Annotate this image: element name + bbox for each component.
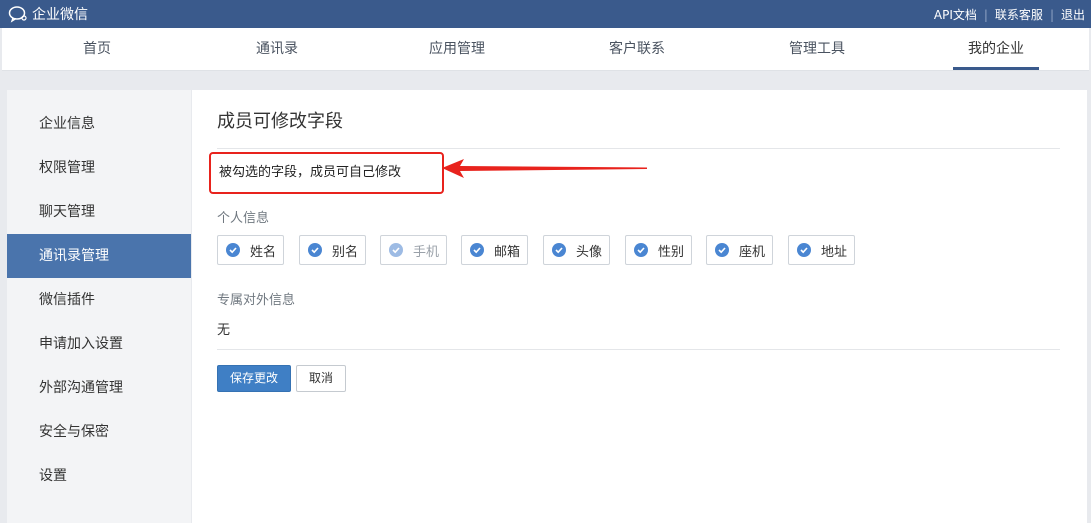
red-arrow-icon (442, 159, 647, 178)
top-bar: 企业微信 API文档 | 联系客服 | 退出 (0, 0, 1091, 28)
field-checkbox-gender[interactable]: 性别 (625, 235, 692, 265)
sidebar-item-contacts-management[interactable]: 通讯录管理 (7, 234, 191, 278)
hint-text: 被勾选的字段，成员可自己修改 (209, 152, 444, 194)
sidebar: 企业信息 权限管理 聊天管理 通讯录管理 微信插件 申请加入设置 外部沟通管理 … (7, 90, 191, 523)
sidebar-item-chat[interactable]: 聊天管理 (7, 190, 191, 234)
field-label: 姓名 (250, 244, 277, 260)
sidebar-item-company-info[interactable]: 企业信息 (7, 102, 191, 146)
logout-link[interactable]: 退出 (1061, 6, 1085, 23)
brand-name: 企业微信 (32, 7, 88, 23)
tab-home[interactable]: 首页 (57, 28, 137, 71)
field-label: 邮箱 (494, 244, 521, 260)
personal-info-label: 个人信息 (217, 211, 270, 226)
sidebar-item-settings[interactable]: 设置 (7, 454, 191, 498)
field-label: 地址 (821, 244, 848, 260)
divider: | (1049, 7, 1054, 22)
api-docs-link[interactable]: API文档 (934, 6, 977, 23)
tab-my-company[interactable]: 我的企业 (953, 28, 1039, 71)
check-circle-icon (715, 243, 729, 257)
tab-tools[interactable]: 管理工具 (777, 28, 857, 71)
sidebar-item-wechat-plugin[interactable]: 微信插件 (7, 278, 191, 322)
field-label: 别名 (332, 244, 359, 260)
main-nav: 首页 通讯录 应用管理 客户联系 管理工具 我的企业 (2, 28, 1089, 71)
check-circle-icon (389, 243, 403, 257)
divider: | (983, 7, 988, 22)
check-circle-icon (552, 243, 566, 257)
main-content: 成员可修改字段 被勾选的字段，成员可自己修改 个人信息 姓名 别名 手机 邮箱 … (192, 90, 1087, 523)
tab-customers[interactable]: 客户联系 (597, 28, 677, 71)
check-circle-icon (797, 243, 811, 257)
divider (217, 349, 1060, 350)
check-circle-icon (470, 243, 484, 257)
brand[interactable]: 企业微信 (8, 4, 88, 24)
tab-apps[interactable]: 应用管理 (417, 28, 497, 71)
field-checkbox-address[interactable]: 地址 (788, 235, 855, 265)
external-info-label: 专属对外信息 (217, 293, 296, 308)
field-label: 头像 (576, 244, 603, 260)
tab-contacts[interactable]: 通讯录 (237, 28, 317, 71)
field-checkbox-alias[interactable]: 别名 (299, 235, 366, 265)
page-title: 成员可修改字段 (217, 111, 343, 132)
check-circle-icon (226, 243, 240, 257)
chat-bubble-icon (8, 6, 27, 23)
external-info-value: 无 (217, 323, 231, 338)
sidebar-item-external-communication[interactable]: 外部沟通管理 (7, 366, 191, 410)
divider (217, 148, 1060, 149)
sidebar-item-security[interactable]: 安全与保密 (7, 410, 191, 454)
check-circle-icon (308, 243, 322, 257)
field-label: 座机 (739, 244, 766, 260)
sidebar-item-permissions[interactable]: 权限管理 (7, 146, 191, 190)
top-links: API文档 | 联系客服 | 退出 (934, 6, 1085, 23)
field-label: 性别 (658, 244, 685, 260)
save-button[interactable]: 保存更改 (217, 365, 291, 392)
cancel-button[interactable]: 取消 (296, 365, 346, 392)
field-checkbox-name[interactable]: 姓名 (217, 235, 284, 265)
contact-support-link[interactable]: 联系客服 (995, 6, 1043, 23)
sidebar-item-join-settings[interactable]: 申请加入设置 (7, 322, 191, 366)
field-checkbox-landline[interactable]: 座机 (706, 235, 773, 265)
check-circle-icon (634, 243, 648, 257)
field-checkbox-email[interactable]: 邮箱 (461, 235, 528, 265)
field-checkbox-avatar[interactable]: 头像 (543, 235, 610, 265)
field-checkbox-mobile: 手机 (380, 235, 447, 265)
field-label: 手机 (413, 244, 440, 260)
